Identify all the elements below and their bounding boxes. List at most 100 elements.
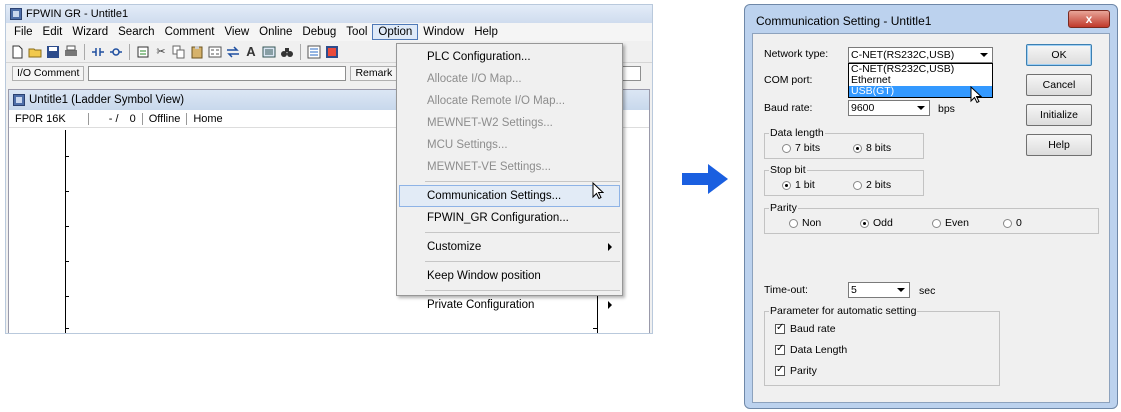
step-count: 0 [129,112,136,125]
network-type-value: C-NET(RS232C,USB) [851,49,955,61]
find-binoculars-icon[interactable] [279,44,295,60]
menu-item-customize[interactable]: Customize [397,236,622,258]
copy-icon[interactable] [171,44,187,60]
timeout-select[interactable]: 5 [848,282,910,298]
submenu-arrow-icon [608,301,612,309]
initialize-button[interactable]: Initialize [1026,104,1092,126]
baud-rate-value: 9600 [851,102,875,114]
chevron-down-icon[interactable] [894,284,908,296]
cut-icon[interactable]: ✂ [153,44,169,60]
checkbox-data-length[interactable]: Data Length [775,343,847,356]
text-icon[interactable]: A [243,44,259,60]
menu-item-mcu-settings[interactable]: MCU Settings... [397,134,622,156]
menu-separator [425,261,620,262]
paste-icon[interactable] [189,44,205,60]
menu-comment[interactable]: Comment [160,25,220,39]
radio-8-bits-label: 8 bits [866,142,892,154]
menu-option[interactable]: Option [372,24,419,40]
menu-item-keep-window-position[interactable]: Keep Window position [397,265,622,287]
menu-item-mewnet-w2-settings[interactable]: MEWNET-W2 Settings... [397,112,622,134]
save-icon[interactable] [45,44,61,60]
toolbar-divider [129,43,130,60]
plc-type: FP0R 16K [9,112,89,125]
menu-item-mewnet-ve-settings[interactable]: MEWNET-VE Settings... [397,156,622,178]
radio-parity-non[interactable]: Non [789,217,821,229]
menu-help[interactable]: Help [469,25,503,39]
menu-separator [425,232,620,233]
position-separator: - / [108,112,119,125]
radio-2-bits[interactable]: 2 bits [853,179,891,191]
radio-1-bit[interactable]: 1 bit [782,179,815,191]
communication-setting-dialog: Communication Setting - Untitle1 x Netwo… [744,4,1118,409]
checkbox-parity[interactable]: Parity [775,364,817,377]
menu-item-private-configuration[interactable]: Private Configuration [397,294,622,316]
stop-bit-label: Stop bit [769,164,807,176]
timeout-label: Time-out: [764,284,808,296]
open-folder-icon[interactable] [27,44,43,60]
checkbox-baud-rate[interactable]: Baud rate [775,322,836,335]
menu-item-allocate-io-map[interactable]: Allocate I/O Map... [397,68,622,90]
menu-wizard[interactable]: Wizard [67,25,113,39]
dialog-title-bar: Communication Setting - Untitle1 x [750,10,1112,32]
data-length-label: Data length [769,127,825,139]
list-icon[interactable] [261,44,277,60]
menu-item-plc-configuration[interactable]: PLC Configuration... [397,46,622,68]
menu-file[interactable]: File [9,25,38,39]
baud-rate-select[interactable]: 9600 [848,100,930,116]
plc-status-icon[interactable] [324,44,340,60]
menu-online[interactable]: Online [254,25,297,39]
ladder-coil-icon[interactable] [108,44,124,60]
binary-icon[interactable] [207,44,223,60]
close-icon: x [1085,12,1093,26]
menu-search[interactable]: Search [113,25,159,39]
radio-parity-odd[interactable]: Odd [860,217,893,229]
auto-params-group: Parameter for automatic setting Baud rat… [764,305,1000,386]
io-comment-label: I/O Comment [12,65,85,81]
menu-view[interactable]: View [219,25,254,39]
help-button[interactable]: Help [1026,134,1092,156]
chevron-down-icon[interactable] [914,102,928,114]
radio-parity-even[interactable]: Even [932,217,969,229]
app-title-bar: FPWIN GR - Untitle1 [6,5,652,23]
io-comment-field[interactable] [88,65,347,81]
radio-dot [789,218,798,228]
submenu-arrow-icon [608,243,612,251]
monitor-icon[interactable] [135,44,151,60]
checkbox-box [775,322,785,334]
position-indicator: - / 0 [89,112,143,125]
customize-label: Customize [427,241,482,253]
radio-8-bits[interactable]: 8 bits [853,142,891,154]
menu-item-fpwin-gr-configuration[interactable]: FPWIN_GR Configuration... [397,207,622,229]
menu-item-communication-settings[interactable]: Communication Settings... [399,185,620,207]
network-type-select[interactable]: C-NET(RS232C,USB) [848,47,993,63]
toolbar-divider [300,43,301,60]
data-length-group: Data length 7 bits 8 bits [764,127,924,159]
ladder-contact-icon[interactable] [90,44,106,60]
toolbar-divider [84,43,85,60]
dialog-body: Network type: C-NET(RS232C,USB) C-NET(RS… [752,33,1110,403]
stop-bit-group: Stop bit 1 bit 2 bits [764,164,924,196]
rung-tick [65,296,69,297]
radio-parity-zero[interactable]: 0 [1003,217,1022,229]
ok-button[interactable]: OK [1026,44,1092,66]
checkbox-box [775,343,785,355]
print-icon[interactable] [63,44,79,60]
menu-tool[interactable]: Tool [341,25,372,39]
new-file-icon[interactable] [9,44,25,60]
cancel-button[interactable]: Cancel [1026,74,1092,96]
chevron-down-icon[interactable] [977,49,991,61]
plc-monitor-icon[interactable] [306,44,322,60]
menu-edit[interactable]: Edit [38,25,68,39]
menu-item-allocate-remote-io-map[interactable]: Allocate Remote I/O Map... [397,90,622,112]
radio-7-bits-label: 7 bits [795,142,821,154]
dialog-title: Communication Setting - Untitle1 [756,14,932,28]
close-button[interactable]: x [1068,10,1110,28]
transfer-icon[interactable] [225,44,241,60]
menu-window[interactable]: Window [418,25,469,39]
radio-7-bits[interactable]: 7 bits [782,142,820,154]
menu-separator [425,181,620,182]
radio-1-bit-label: 1 bit [795,179,815,191]
timeout-value: 5 [851,284,857,296]
auto-params-label: Parameter for automatic setting [769,305,918,317]
menu-debug[interactable]: Debug [297,25,341,39]
